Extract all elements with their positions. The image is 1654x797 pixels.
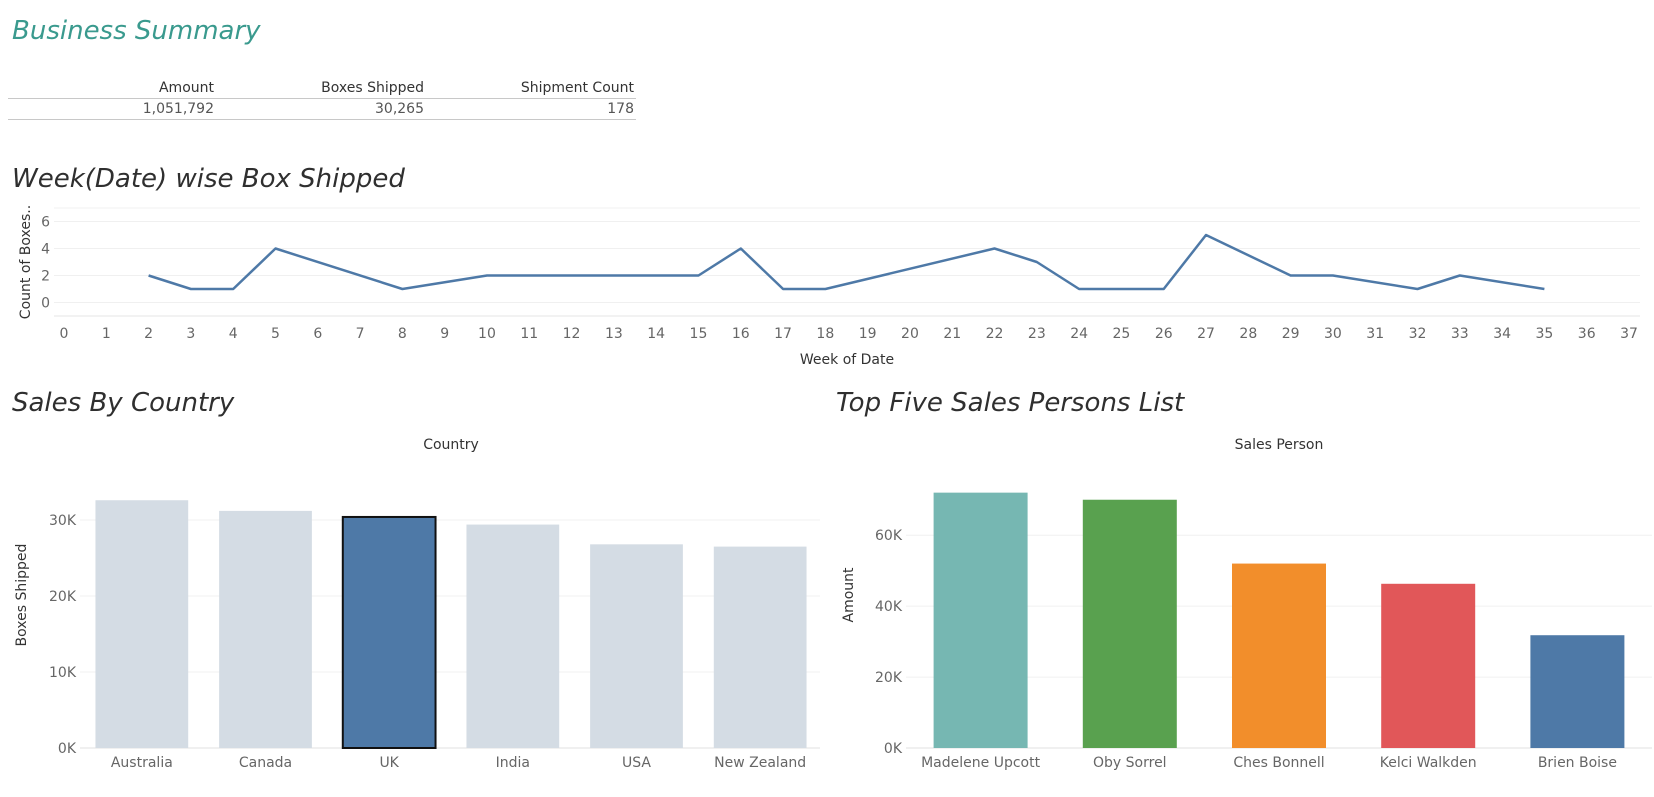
- x-tick-label: 0: [60, 326, 69, 342]
- bar: [590, 544, 683, 748]
- bar: [466, 524, 560, 748]
- shipment-count-value: 178: [426, 98, 636, 120]
- bar: [713, 546, 807, 748]
- summary-table: Amount Boxes Shipped Shipment Count 1,05…: [8, 78, 636, 120]
- bar: [1530, 635, 1625, 748]
- y-tick-label: 60K: [875, 528, 903, 544]
- x-tick-label: 2: [144, 326, 153, 342]
- y-tick-label: 20K: [49, 589, 77, 605]
- summary-value-row: 1,051,792 30,265 178: [8, 98, 636, 120]
- y-tick-label: 20K: [875, 670, 903, 686]
- line-series: [148, 233, 1545, 291]
- x-tick-label: 20: [901, 326, 919, 342]
- boxes-shipped-header: Boxes Shipped: [216, 78, 426, 99]
- x-tick-label: 34: [1493, 326, 1511, 342]
- x-tick-label: 24: [1070, 326, 1088, 342]
- y-tick-label: 0: [41, 296, 50, 312]
- bar: [1232, 563, 1326, 748]
- x-tick-label: 5: [271, 326, 280, 342]
- country-chart-title: Sales By Country: [12, 388, 235, 418]
- bar: [933, 492, 1028, 748]
- bar: [1381, 583, 1476, 748]
- y-tick-label: 40K: [875, 599, 903, 615]
- x-tick-label: 32: [1409, 326, 1427, 342]
- x-tick-label: 17: [774, 326, 792, 342]
- x-tick-label: 25: [1113, 326, 1131, 342]
- x-tick-label: 22: [986, 326, 1004, 342]
- x-tick-label: 4: [229, 326, 238, 342]
- y-tick-label: 30K: [49, 513, 77, 529]
- x-tick-label: 29: [1282, 326, 1300, 342]
- y-axis-title: Boxes Shipped: [14, 544, 30, 647]
- category-label: Kelci Walkden: [1380, 755, 1477, 771]
- bar: [1082, 499, 1177, 748]
- x-tick-label: 28: [1239, 326, 1257, 342]
- x-axis-header: Country: [423, 437, 479, 453]
- x-tick-label: 10: [478, 326, 496, 342]
- bar: [95, 500, 189, 748]
- category-label: UK: [379, 755, 399, 771]
- category-label: USA: [622, 755, 651, 771]
- page-title: Business Summary: [12, 16, 261, 46]
- x-tick-label: 30: [1324, 326, 1342, 342]
- boxes-shipped-value: 30,265: [216, 98, 426, 120]
- x-tick-label: 33: [1451, 326, 1469, 342]
- salesperson-bar-chart[interactable]: Sales Person 0K 20K 40K 60K Amount Madelene Up…: [836, 430, 1654, 790]
- x-tick-label: 26: [1155, 326, 1173, 342]
- category-label: Brien Boise: [1538, 755, 1617, 771]
- x-tick-label: 13: [605, 326, 623, 342]
- x-tick-label: 6: [313, 326, 322, 342]
- x-tick-label: 7: [356, 326, 365, 342]
- category-label: Australia: [111, 755, 173, 771]
- y-tick-label: 4: [41, 242, 50, 258]
- y-tick-label: 2: [41, 269, 50, 285]
- y-tick-label: 0K: [58, 741, 77, 757]
- x-tick-label: 3: [186, 326, 195, 342]
- y-axis-title: Amount: [841, 567, 857, 623]
- country-bar-chart[interactable]: Country 0K 10K 20K 30K Boxes Shipped Australia…: [0, 430, 820, 790]
- x-tick-label: 19: [859, 326, 877, 342]
- x-tick-label: 16: [732, 326, 750, 342]
- bar: [219, 510, 312, 748]
- category-label: Madelene Upcott: [921, 755, 1040, 771]
- salesperson-chart-title: Top Five Sales Persons List: [836, 388, 1185, 418]
- x-tick-label: 11: [520, 326, 538, 342]
- y-tick-label: 10K: [49, 665, 77, 681]
- category-label: Canada: [239, 755, 292, 771]
- x-tick-label: 12: [563, 326, 581, 342]
- x-tick-label: 36: [1578, 326, 1596, 342]
- summary-header-row: Amount Boxes Shipped Shipment Count: [8, 78, 636, 99]
- category-label: India: [496, 755, 530, 771]
- y-tick-label: 6: [41, 215, 50, 231]
- x-tick-label: 9: [440, 326, 449, 342]
- x-tick-label: 35: [1535, 326, 1553, 342]
- y-tick-label: 0K: [884, 741, 903, 757]
- x-tick-label: 1: [102, 326, 111, 342]
- x-tick-label: 23: [1028, 326, 1046, 342]
- x-tick-label: 21: [943, 326, 961, 342]
- category-label: New Zealand: [714, 755, 806, 771]
- amount-value: 1,051,792: [8, 98, 216, 120]
- category-label: Ches Bonnell: [1233, 755, 1324, 771]
- line-chart[interactable]: 02460 1 2 3 4 5 6 7 8 9 10 11 12 13 14 15 16 17 18 19 20 21 22…: [0, 190, 1654, 390]
- bar: [341, 515, 437, 749]
- category-label: Oby Sorrel: [1093, 755, 1167, 771]
- x-tick-label: 8: [398, 326, 407, 342]
- x-tick-label: 15: [690, 326, 708, 342]
- y-axis-title: Count of Boxes..: [18, 205, 34, 319]
- x-axis-header: Sales Person: [1235, 437, 1324, 453]
- x-tick-label: 27: [1197, 326, 1215, 342]
- x-tick-label: 14: [647, 326, 665, 342]
- amount-header: Amount: [8, 78, 216, 99]
- x-axis-title: Week of Date: [800, 352, 894, 368]
- shipment-count-header: Shipment Count: [426, 78, 636, 99]
- x-tick-label: 37: [1620, 326, 1638, 342]
- x-tick-label: 31: [1366, 326, 1384, 342]
- x-tick-label: 18: [816, 326, 834, 342]
